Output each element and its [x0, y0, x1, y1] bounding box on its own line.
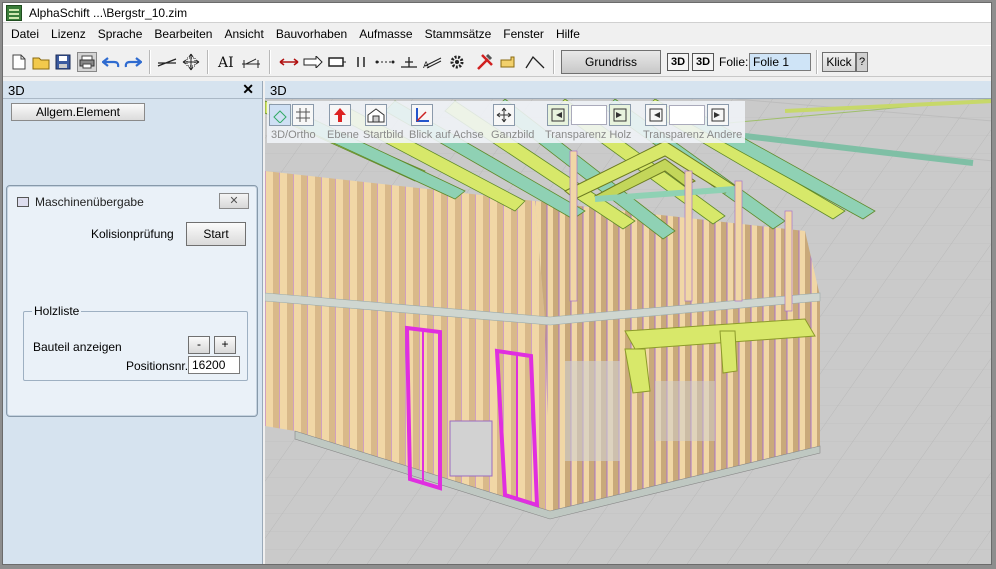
help-button[interactable]: ? — [856, 52, 868, 72]
ganzbild-expand-icon[interactable] — [493, 104, 515, 126]
beam-tool-icon[interactable]: A — [423, 52, 443, 72]
rectangle-tool-icon[interactable] — [327, 52, 347, 72]
save-icon[interactable] — [53, 52, 73, 72]
tool-label-ganzbild: Ganzbild — [491, 129, 535, 141]
decrement-button[interactable]: - — [188, 336, 210, 354]
folie-input[interactable] — [749, 53, 811, 71]
kolisionpruefung-label: Kolisionprüfung — [91, 227, 174, 241]
measure-line-icon[interactable] — [157, 52, 177, 72]
toolbar-separator — [149, 50, 150, 74]
holzliste-groupbox: Holzliste Bauteil anzeigen - + Positions… — [23, 304, 248, 381]
toolbar-separator — [207, 50, 208, 74]
transparenz-holz-field[interactable] — [571, 105, 607, 125]
3d-viewport[interactable]: 3D 3D/Ortho Ebene Startbild Blick auf Ac… — [265, 81, 992, 565]
dialog-icon — [17, 197, 29, 207]
transparenz-holz-up-icon[interactable] — [609, 104, 631, 126]
ebene-arrow-icon[interactable] — [329, 104, 351, 126]
tool-label-ebene: Ebene — [327, 129, 359, 141]
wall-tool-icon[interactable] — [399, 52, 419, 72]
menu-bar: Datei Lizenz Sprache Bearbeiten Ansicht … — [3, 24, 991, 44]
transparenz-andere-field[interactable] — [669, 105, 705, 125]
positionsnr-input[interactable] — [188, 356, 240, 374]
new-file-icon[interactable] — [9, 52, 29, 72]
toolbar-separator — [269, 50, 270, 74]
toolbar-separator — [816, 50, 817, 74]
allgem-element-button[interactable]: Allgem.Element — [11, 103, 145, 121]
view-3d-alt-button[interactable]: 3D — [692, 53, 714, 71]
ortho-toggle-icon[interactable] — [269, 104, 291, 126]
maschinenuebergabe-dialog: Maschinenübergabe ✕ Kolisionprüfung Star… — [6, 185, 258, 417]
app-icon — [6, 5, 22, 21]
startbild-house-icon[interactable] — [365, 104, 387, 126]
tool-label-transparenz-andere: Transparenz Andere — [643, 129, 743, 141]
start-button[interactable]: Start — [186, 222, 246, 246]
dotted-line-icon[interactable] — [375, 52, 395, 72]
arrow-right-icon[interactable] — [303, 52, 323, 72]
menu-lizenz[interactable]: Lizenz — [45, 25, 92, 43]
menu-ansicht[interactable]: Ansicht — [218, 25, 269, 43]
tools-icon[interactable] — [475, 52, 495, 72]
view-title: 3D — [270, 83, 287, 98]
klick-button[interactable]: Klick — [822, 52, 856, 72]
redo-icon[interactable] — [123, 52, 143, 72]
bauteil-anzeigen-label: Bauteil anzeigen — [33, 340, 122, 354]
menu-sprache[interactable]: Sprache — [92, 25, 149, 43]
menu-stammsaetze[interactable]: Stammsätze — [419, 25, 498, 43]
grid-icon[interactable] — [292, 104, 314, 126]
open-folder-icon[interactable] — [31, 52, 51, 72]
dialog-title: Maschinenübergabe — [35, 195, 144, 209]
settings-gear-icon[interactable] — [447, 52, 467, 72]
left-panel-header: 3D ✕ — [3, 81, 262, 99]
svg-text:A: A — [423, 61, 430, 70]
double-arrow-icon[interactable] — [279, 52, 299, 72]
menu-bearbeiten[interactable]: Bearbeiten — [148, 25, 218, 43]
tool-label-3d-ortho: 3D/Ortho — [271, 129, 316, 141]
window-title: AlphaSchift ...\Bergstr_10.zim — [29, 6, 188, 20]
transparenz-andere-up-icon[interactable] — [707, 104, 729, 126]
undo-icon[interactable] — [101, 52, 121, 72]
positionsnr-label: Positionsnr. — [126, 359, 189, 373]
move-cross-icon[interactable] — [181, 52, 201, 72]
dimension-tool-icon[interactable] — [241, 52, 261, 72]
menu-datei[interactable]: Datei — [5, 25, 45, 43]
grundriss-button[interactable]: Grundriss — [561, 50, 661, 74]
print-icon[interactable] — [77, 52, 97, 72]
folie-label: Folie: — [719, 55, 749, 69]
dialog-close-button[interactable]: ✕ — [219, 193, 249, 209]
close-icon[interactable]: ✕ — [242, 81, 254, 98]
svg-text:AI: AI — [217, 55, 234, 70]
menu-aufmasse[interactable]: Aufmasse — [353, 25, 418, 43]
text-tool-icon[interactable]: AI — [217, 52, 237, 72]
view-toolbar: 3D/Ortho Ebene Startbild Blick auf Achse… — [267, 101, 745, 143]
title-bar: AlphaSchift ...\Bergstr_10.zim — [3, 3, 991, 23]
tool-label-transparenz-holz: Transparenz Holz — [545, 129, 632, 141]
view-3d-button[interactable]: 3D — [667, 53, 689, 71]
roof-line-icon[interactable] — [525, 52, 545, 72]
transparenz-holz-down-icon[interactable] — [547, 104, 569, 126]
menu-fenster[interactable]: Fenster — [497, 25, 550, 43]
main-toolbar: AI A Grundriss 3D 3D Folie: Folie 1 Klic… — [3, 45, 991, 77]
tool-label-blick-auf-achse: Blick auf Achse — [409, 129, 484, 141]
transparenz-andere-down-icon[interactable] — [645, 104, 667, 126]
timber-frame-3d-scene[interactable] — [265, 81, 992, 565]
left-panel: 3D ✕ Allgem.Element Maschinenübergabe ✕ … — [3, 81, 263, 564]
view-header: 3D — [265, 81, 991, 99]
toolbar-separator — [553, 50, 554, 74]
menu-hilfe[interactable]: Hilfe — [550, 25, 586, 43]
parallel-lines-icon[interactable] — [351, 52, 371, 72]
hand-pointer-icon[interactable] — [499, 52, 519, 72]
tool-label-startbild: Startbild — [363, 129, 404, 141]
increment-button[interactable]: + — [214, 336, 236, 354]
holzliste-title: Holzliste — [32, 304, 82, 318]
left-panel-title: 3D — [8, 83, 25, 98]
application-window: AlphaSchift ...\Bergstr_10.zim Datei Liz… — [2, 2, 992, 565]
blick-auf-achse-icon[interactable] — [411, 104, 433, 126]
menu-bauvorhaben[interactable]: Bauvorhaben — [270, 25, 353, 43]
